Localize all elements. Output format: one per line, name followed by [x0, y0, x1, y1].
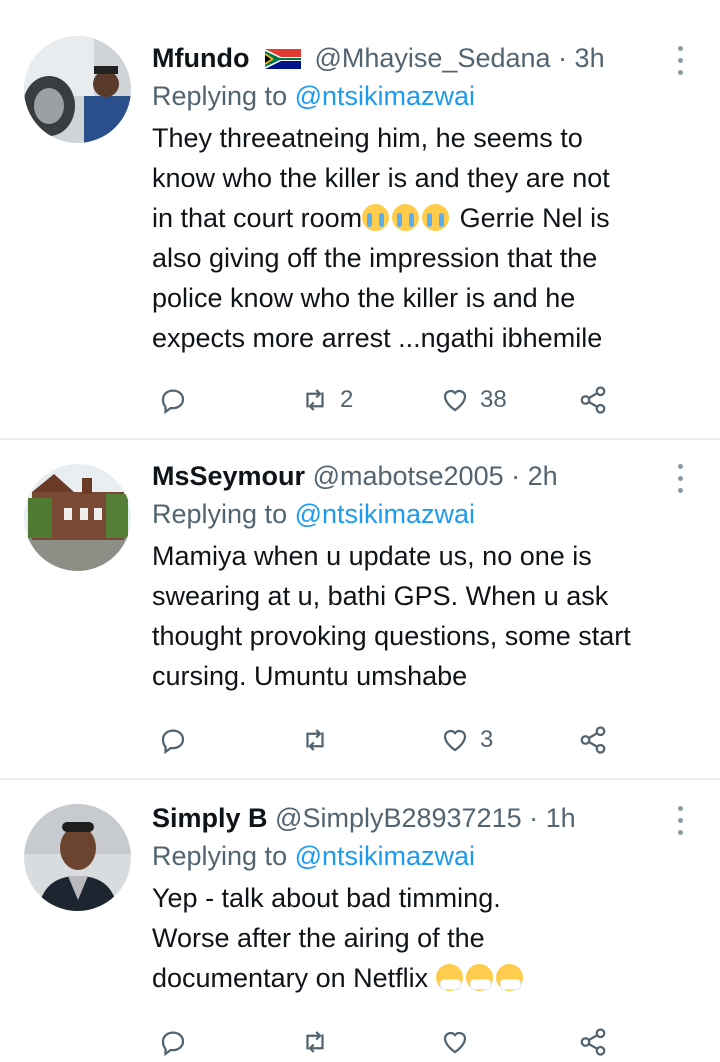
replying-to-label: Replying to — [152, 81, 288, 111]
loudly-crying-face-icon — [392, 204, 420, 231]
heart-icon — [443, 389, 467, 412]
replying-to-label: Replying to — [152, 841, 288, 871]
tweet-text: Yep - talk about bad timming. Worse afte… — [152, 878, 702, 998]
reply-button[interactable] — [158, 1022, 188, 1062]
reply-button[interactable] — [158, 720, 188, 760]
text-line: Worse after the airing of the — [152, 923, 485, 953]
loudly-crying-face-icon — [362, 204, 390, 231]
handle[interactable]: @mabotse2005 — [313, 461, 504, 491]
tweet-text: Mamiya when u update us, no one is swear… — [152, 536, 702, 696]
text-line: cursing. Umuntu umshabe — [152, 661, 468, 691]
text-line: They threeatneing him, he seems to — [152, 123, 583, 153]
text-line: also giving off the impression that the — [152, 243, 598, 273]
text-line: Yep - talk about bad timming. — [152, 883, 501, 913]
replying-to: Replying to @ntsikimazwai — [152, 494, 475, 534]
mention-link[interactable]: @ntsikimazwai — [295, 81, 475, 111]
display-name[interactable]: Mfundo — [152, 43, 249, 73]
text-line: know who the killer is and they are not — [152, 163, 610, 193]
tweet-header: MsSeymour @mabotse2005 · 2h — [152, 454, 558, 498]
text-line: in that court room Gerrie Nel is — [152, 198, 702, 238]
loudly-crying-face-icon — [422, 204, 450, 231]
like-count: 3 — [480, 726, 494, 753]
text-line: thought provoking questions, some start — [152, 621, 631, 651]
heart-icon — [443, 729, 467, 752]
timestamp[interactable]: · 2h — [511, 461, 558, 491]
more-options-icon[interactable] — [672, 44, 688, 78]
share-button[interactable] — [578, 720, 608, 760]
text-segment: in that court room — [152, 203, 363, 233]
sneezing-face-icon — [465, 964, 493, 991]
share-icon — [580, 1028, 606, 1056]
avatar[interactable] — [24, 464, 131, 571]
tweet-actions: 2 38 — [0, 380, 720, 420]
text-line: police know who the killer is and he — [152, 283, 576, 313]
retweet-button[interactable] — [300, 1022, 330, 1062]
retweet-button[interactable] — [300, 720, 340, 760]
handle[interactable]: @SimplyB28937215 — [275, 803, 522, 833]
more-options-icon[interactable] — [672, 804, 688, 838]
handle[interactable]: @Mhayise_Sedana — [314, 43, 550, 73]
like-count: 38 — [480, 386, 507, 413]
display-name[interactable]: MsSeymour — [152, 461, 305, 491]
more-options-icon[interactable] — [672, 462, 688, 496]
tweet-header: Simply B @SimplyB28937215 · 1h — [152, 796, 576, 840]
text-segment: documentary on Netflix — [152, 963, 429, 993]
text-line: expects more arrest ...ngathi ibhemile — [152, 323, 603, 353]
retweet-icon — [306, 1031, 324, 1053]
share-icon — [580, 386, 606, 414]
retweet-icon — [306, 389, 324, 411]
avatar[interactable] — [24, 804, 131, 911]
tweet-text: They threeatneing him, he seems to know … — [152, 118, 702, 358]
like-button[interactable] — [440, 1022, 470, 1062]
heart-icon — [443, 1031, 467, 1054]
retweet-count: 2 — [340, 386, 354, 413]
share-icon — [580, 726, 606, 754]
reply-icon — [161, 389, 185, 415]
text-line: Mamiya when u update us, no one is — [152, 541, 592, 571]
reply-button[interactable] — [158, 380, 188, 420]
replying-to-label: Replying to — [152, 499, 288, 529]
tweet-actions: 3 — [0, 720, 720, 760]
retweet-icon — [306, 729, 324, 751]
mention-link[interactable]: @ntsikimazwai — [295, 841, 475, 871]
sneezing-face-icon — [495, 964, 523, 991]
replying-to: Replying to @ntsikimazwai — [152, 836, 475, 876]
mention-link[interactable]: @ntsikimazwai — [295, 499, 475, 529]
south-africa-flag-icon — [264, 38, 301, 69]
timestamp[interactable]: · 1h — [529, 803, 576, 833]
reply-icon — [161, 729, 185, 755]
timestamp[interactable]: · 3h — [558, 43, 605, 73]
sneezing-face-icon — [435, 964, 463, 991]
text-segment: Gerrie Nel is — [459, 203, 610, 233]
tweet-header: Mfundo @Mhayise_Sedana · 3h — [152, 36, 605, 80]
share-button[interactable] — [578, 380, 608, 420]
avatar[interactable] — [24, 36, 131, 143]
replying-to: Replying to @ntsikimazwai — [152, 76, 475, 116]
display-name[interactable]: Simply B — [152, 803, 268, 833]
retweet-button[interactable]: 2 — [300, 380, 353, 420]
divider — [0, 438, 720, 440]
like-button[interactable]: 3 — [440, 720, 493, 760]
reply-icon — [161, 1031, 185, 1057]
divider — [0, 778, 720, 780]
share-button[interactable] — [578, 1022, 608, 1062]
tweet-actions — [0, 1022, 720, 1062]
text-line: documentary on Netflix — [152, 958, 702, 998]
like-button[interactable]: 38 — [440, 380, 507, 420]
text-line: swearing at u, bathi GPS. When u ask — [152, 581, 609, 611]
